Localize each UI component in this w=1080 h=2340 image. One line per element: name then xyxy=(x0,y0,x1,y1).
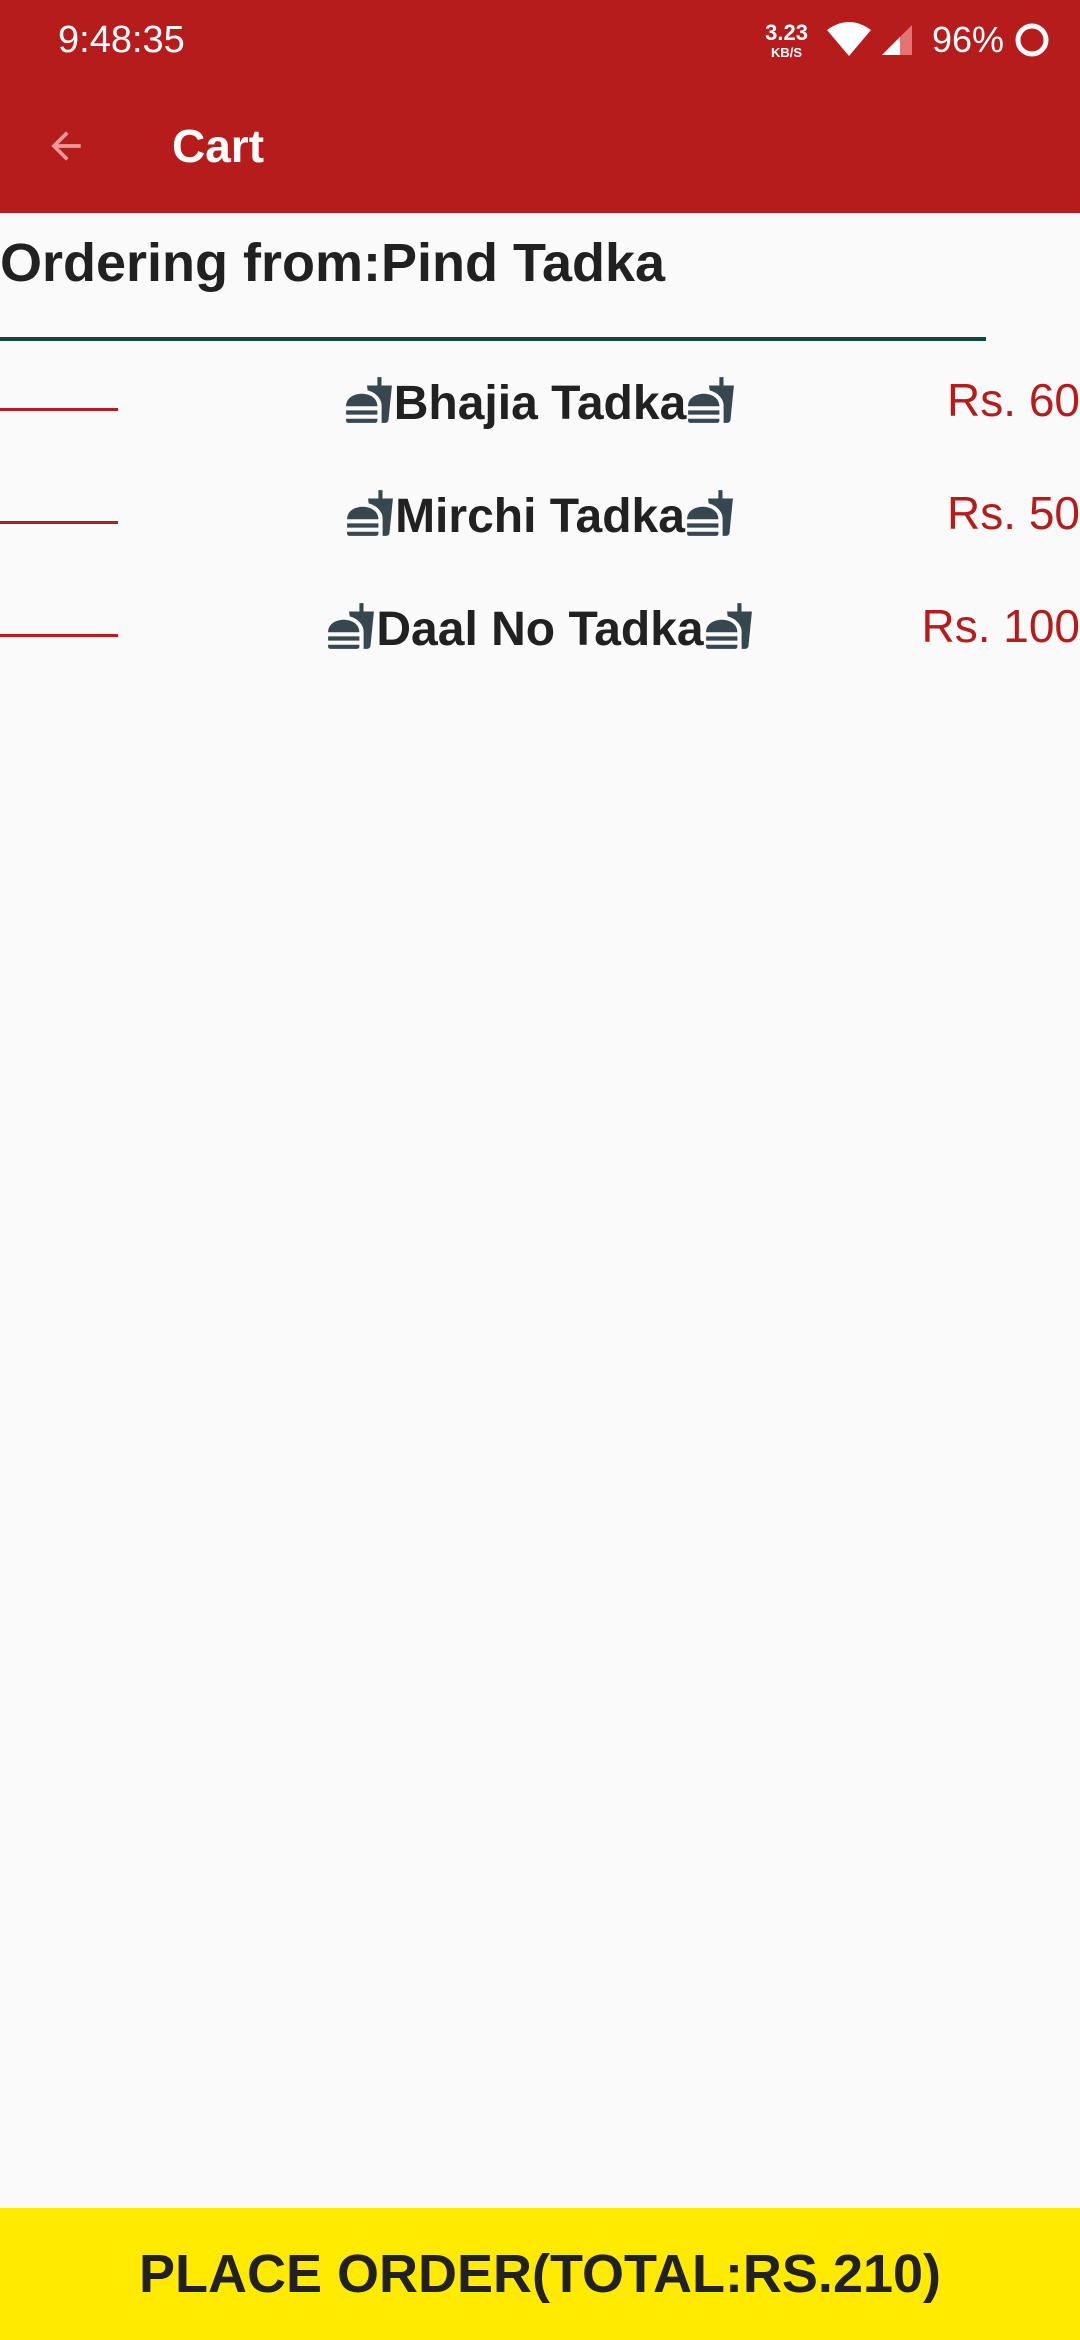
cart-item-row: Mirchi Tadka Rs. 50 xyxy=(0,481,1080,561)
cart-screen: 9:48:35 3.23 KB/S 96% Cart Ordering from… xyxy=(0,0,1080,2340)
fastfood-icon xyxy=(687,490,733,536)
signal-icon xyxy=(881,25,912,55)
cart-item-name-line: Daal No Tadka xyxy=(0,598,1080,662)
place-order-label: PLACE ORDER(TOTAL:RS.210) xyxy=(138,2244,942,2304)
cart-item-row: Bhajia Tadka Rs. 60 xyxy=(0,368,1080,448)
network-speed-value: 3.23 xyxy=(765,19,808,45)
fastfood-icon xyxy=(345,377,392,423)
fastfood-icon xyxy=(328,603,375,649)
status-time: 9:48:35 xyxy=(58,19,185,61)
battery-icon xyxy=(1015,23,1049,57)
arrow-back-icon xyxy=(51,131,81,161)
cart-item-row: Daal No Tadka Rs. 100 xyxy=(0,594,1080,674)
fastfood-icon xyxy=(705,603,752,649)
back-button[interactable] xyxy=(36,116,96,176)
wifi-icon xyxy=(826,22,871,56)
page-title: Cart xyxy=(172,120,265,172)
cart-item-price: Rs. 60 xyxy=(947,374,1080,426)
fastfood-icon xyxy=(688,377,735,423)
place-order-button[interactable]: PLACE ORDER(TOTAL:RS.210) xyxy=(0,2208,1080,2340)
header-divider xyxy=(0,337,986,341)
status-indicators: 3.23 KB/S 96% xyxy=(765,12,1050,68)
status-bar: 9:48:35 3.23 KB/S 96% xyxy=(0,0,1080,80)
network-speed-unit: KB/S xyxy=(770,44,803,60)
cart-item-price: Rs. 50 xyxy=(947,487,1080,539)
cart-item-name: Daal No Tadka xyxy=(376,603,704,656)
fastfood-icon xyxy=(347,490,393,536)
cart-item-name-line: Bhajia Tadka xyxy=(0,372,1080,436)
battery-percent: 96% xyxy=(931,19,1004,60)
cart-item-name: Mirchi Tadka xyxy=(395,490,685,543)
app-bar: Cart xyxy=(0,80,1080,213)
cart-item-name: Bhajia Tadka xyxy=(393,377,687,430)
cart-item-price: Rs. 100 xyxy=(921,600,1080,652)
network-speed: 3.23 KB/S xyxy=(765,19,808,60)
ordering-from-label: Ordering from:Pind Tadka xyxy=(0,233,666,293)
cart-item-name-line: Mirchi Tadka xyxy=(0,485,1080,549)
